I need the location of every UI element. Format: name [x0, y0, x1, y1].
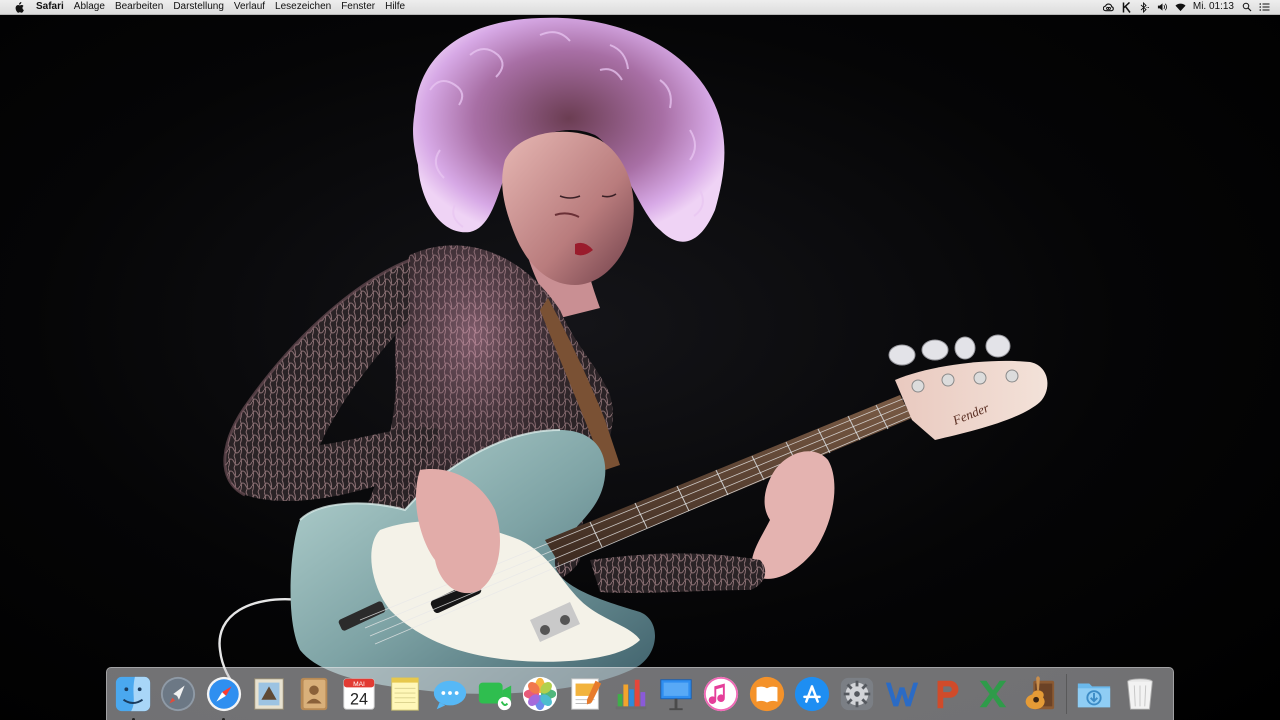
- menu-hilfe[interactable]: Hilfe: [380, 0, 410, 14]
- klokki-icon[interactable]: [1121, 1, 1132, 13]
- menu-bar-clock[interactable]: Mi. 01:13: [1193, 0, 1234, 14]
- menu-bar: Safari Ablage Bearbeiten Darstellung Ver…: [0, 0, 1280, 15]
- messages-icon: [433, 680, 466, 710]
- menu-lesezeichen[interactable]: Lesezeichen: [270, 0, 336, 14]
- dock-calendar[interactable]: MAI 24: [339, 674, 379, 714]
- menu-fenster[interactable]: Fenster: [336, 0, 380, 14]
- dock-excel[interactable]: [973, 674, 1013, 714]
- app-store-icon: [794, 676, 829, 712]
- menu-ablage[interactable]: Ablage: [69, 0, 110, 14]
- keynote-icon: [660, 679, 692, 711]
- calendar-day-label: 24: [350, 690, 368, 708]
- menu-darstellung[interactable]: Darstellung: [168, 0, 229, 14]
- dock-messages[interactable]: [430, 674, 470, 714]
- mail-icon: [254, 678, 284, 710]
- menu-bar-left: Safari Ablage Bearbeiten Darstellung Ver…: [0, 0, 410, 14]
- calendar-icon: MAI 24: [343, 678, 375, 710]
- dock-photos[interactable]: [520, 674, 560, 714]
- trash-icon: [1126, 678, 1153, 710]
- powerpoint-icon: [937, 680, 958, 709]
- word-icon: [886, 682, 919, 707]
- bluetooth-icon[interactable]: [1139, 1, 1150, 13]
- calendar-month-label: MAI: [353, 681, 365, 688]
- dock-garageband[interactable]: [1018, 674, 1058, 714]
- desktop: Safari Ablage Bearbeiten Darstellung Ver…: [0, 0, 1280, 720]
- dock-keynote[interactable]: [656, 674, 696, 714]
- ibooks-icon: [749, 676, 784, 712]
- safari-icon: [206, 676, 241, 712]
- dock-numbers[interactable]: [611, 674, 651, 714]
- dock-word[interactable]: [882, 674, 922, 714]
- numbers-icon: [615, 679, 646, 710]
- garageband-icon: [1025, 675, 1055, 710]
- creative-cloud-icon[interactable]: [1102, 2, 1114, 13]
- dock-launchpad[interactable]: [158, 674, 198, 714]
- notes-icon: [390, 677, 419, 711]
- dock-pages[interactable]: [566, 674, 606, 714]
- volume-icon[interactable]: [1157, 2, 1168, 13]
- dock-downloads-stack[interactable]: [1074, 674, 1114, 714]
- dock-trash[interactable]: [1120, 674, 1160, 714]
- facetime-icon: [478, 682, 512, 711]
- excel-icon: [979, 680, 1007, 708]
- dock-notes[interactable]: [385, 674, 425, 714]
- system-preferences-icon: [840, 677, 874, 711]
- dock-facetime[interactable]: [475, 674, 515, 714]
- pages-icon: [570, 678, 601, 710]
- launchpad-icon: [161, 676, 196, 712]
- desktop-wallpaper-image: Fender: [218, 17, 1048, 694]
- menu-verlauf[interactable]: Verlauf: [229, 0, 270, 14]
- dock-finder[interactable]: [113, 674, 153, 720]
- apple-logo-icon[interactable]: [12, 0, 26, 14]
- notification-center-icon[interactable]: [1259, 2, 1270, 13]
- menu-bearbeiten[interactable]: Bearbeiten: [110, 0, 168, 14]
- dock-mail[interactable]: [249, 674, 289, 714]
- downloads-folder-icon: [1078, 683, 1111, 708]
- dock: MAI 24: [106, 667, 1174, 720]
- spotlight-search-icon[interactable]: [1241, 2, 1252, 13]
- menu-app-safari[interactable]: Safari: [36, 0, 69, 14]
- dock-powerpoint[interactable]: [928, 674, 968, 714]
- wifi-icon[interactable]: [1175, 2, 1186, 13]
- dock-system-preferences[interactable]: [837, 674, 877, 714]
- itunes-icon: [704, 676, 739, 712]
- finder-icon: [115, 676, 151, 712]
- dock-itunes[interactable]: [701, 674, 741, 714]
- dock-contacts[interactable]: [294, 674, 334, 714]
- contacts-icon: [300, 677, 328, 711]
- menu-bar-status-area: Mi. 01:13: [1102, 0, 1280, 14]
- dock-separator: [1066, 674, 1068, 714]
- dock-app-store[interactable]: [792, 674, 832, 714]
- photos-icon: [523, 676, 558, 712]
- dock-ibooks[interactable]: [747, 674, 787, 714]
- dock-safari[interactable]: [204, 674, 244, 720]
